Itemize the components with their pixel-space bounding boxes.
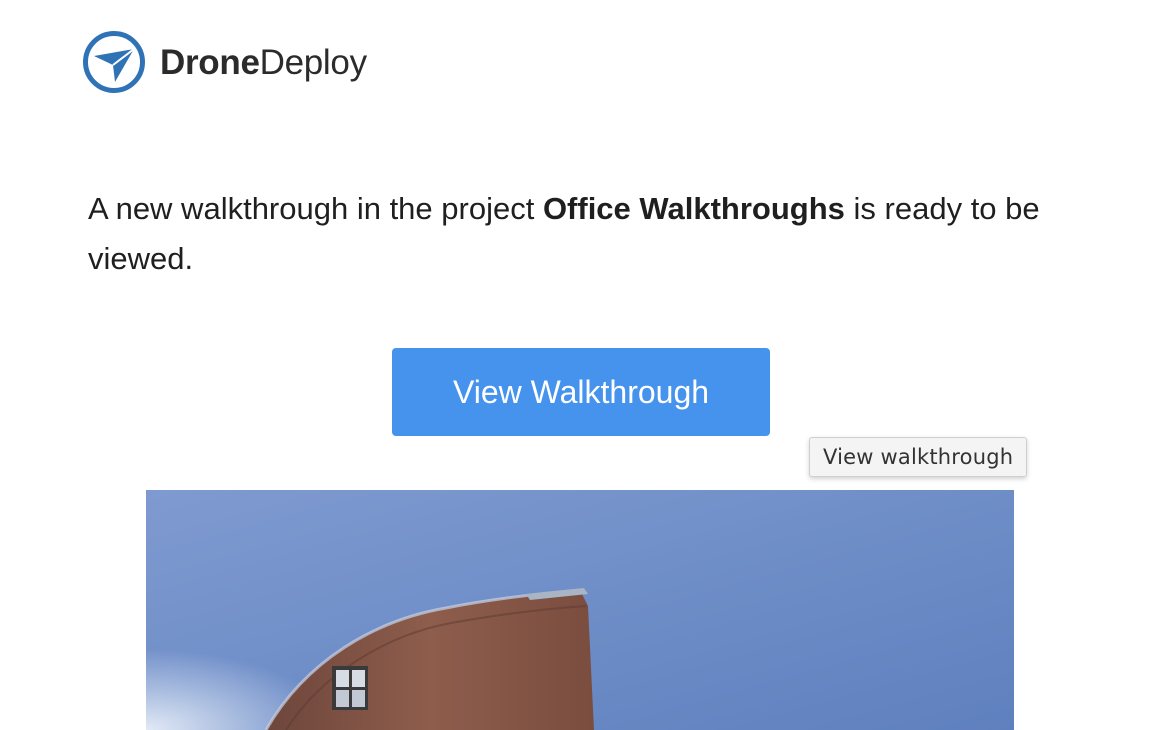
brand-logo[interactable]: DroneDeploy [80,30,367,94]
project-name: Office Walkthroughs [542,191,845,226]
walkthrough-preview-image[interactable] [146,490,1014,730]
building-window [332,666,368,710]
email-body: DroneDeploy A new walkthrough in the pro… [0,0,1166,730]
notification-message: A new walkthrough in the project Office … [88,184,1078,284]
brand-wordmark: DroneDeploy [160,45,367,80]
view-walkthrough-button[interactable]: View Walkthrough [392,348,770,436]
walkthrough-preview-graphic [146,490,1014,730]
message-prefix: A new walkthrough in the project [88,191,543,226]
brand-name-bold: Drone [160,42,260,82]
tooltip: View walkthrough [809,437,1028,477]
brand-name-regular: Deploy [259,42,367,82]
dronedeploy-logo-icon [83,31,145,93]
